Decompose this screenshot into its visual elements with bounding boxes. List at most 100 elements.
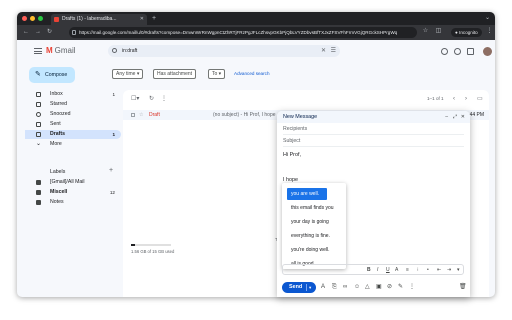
forward-icon[interactable]: → bbox=[35, 28, 41, 37]
align-icon[interactable]: ≡ bbox=[406, 266, 409, 274]
fullscreen-icon[interactable]: ⤢ bbox=[453, 111, 457, 123]
underline-icon[interactable]: U bbox=[386, 266, 390, 274]
minimize-icon[interactable]: – bbox=[445, 111, 448, 123]
indent-less-icon[interactable]: ⇤ bbox=[437, 266, 441, 274]
numbered-list-icon[interactable]: ⁝ bbox=[417, 266, 419, 274]
attach-icon[interactable]: ⎘ bbox=[332, 283, 337, 292]
sidebar-item-starred[interactable]: Starred bbox=[25, 100, 121, 109]
clear-search-icon[interactable]: ✕ bbox=[321, 45, 326, 57]
back-icon[interactable]: ← bbox=[23, 28, 29, 37]
bold-icon[interactable]: B bbox=[367, 266, 371, 274]
close-icon[interactable]: ✕ bbox=[461, 111, 465, 123]
advanced-search-link[interactable]: Advanced search bbox=[234, 70, 270, 78]
sidebar-item-label: Snoozed bbox=[50, 111, 71, 117]
label-icon bbox=[36, 180, 41, 185]
tab-close-icon[interactable]: ✕ bbox=[140, 14, 144, 25]
select-all-checkbox[interactable]: ☐▾ bbox=[131, 95, 139, 103]
gmail-logo[interactable]: M Gmail bbox=[46, 46, 76, 56]
newer-page-icon[interactable]: ‹ bbox=[453, 95, 455, 103]
extensions-icon[interactable]: ◫ bbox=[435, 28, 442, 35]
incognito-label: Incognito bbox=[459, 30, 478, 35]
more-formatting-icon[interactable]: ▾ bbox=[457, 266, 460, 274]
more-actions-icon[interactable]: ⋮ bbox=[161, 95, 167, 103]
recipients-field[interactable]: Recipients bbox=[283, 123, 464, 135]
subject-field[interactable]: Subject bbox=[283, 135, 464, 147]
labels-heading: Labels bbox=[50, 169, 66, 175]
reload-icon[interactable]: ↻ bbox=[47, 28, 52, 37]
apps-grid-icon[interactable] bbox=[467, 48, 474, 55]
search-bar[interactable]: in:draft ✕ ☰ bbox=[108, 45, 340, 57]
italic-icon[interactable]: I bbox=[377, 266, 378, 274]
older-page-icon[interactable]: › bbox=[465, 95, 467, 103]
signature-icon[interactable]: ✎ bbox=[398, 283, 403, 292]
refresh-icon[interactable]: ↻ bbox=[149, 95, 154, 103]
create-label-icon[interactable]: + bbox=[109, 167, 113, 174]
body-line[interactable]: Hi Prof, bbox=[283, 152, 301, 158]
url-text: https://mail.google.com/mail/u/0/#drafts… bbox=[79, 30, 398, 35]
help-icon[interactable] bbox=[441, 48, 448, 55]
suggestion-item[interactable]: your day is going bbox=[282, 216, 346, 228]
suggestion-item[interactable]: you are well. bbox=[287, 188, 327, 200]
formatting-options-icon[interactable]: A bbox=[321, 283, 325, 292]
sidebar-item-label: Inbox bbox=[50, 91, 63, 97]
schedule-send-icon[interactable]: ▾ bbox=[309, 282, 311, 293]
indent-more-icon[interactable]: ⇥ bbox=[447, 266, 451, 274]
main-menu-icon[interactable] bbox=[34, 48, 42, 56]
compose-header[interactable]: New Message – ⤢ ✕ bbox=[277, 111, 470, 123]
filter-has-attachment[interactable]: Has attachment bbox=[153, 69, 197, 79]
search-options-icon[interactable]: ☰ bbox=[331, 45, 336, 57]
sidebar-item-label: Starred bbox=[50, 101, 68, 107]
bookmark-star-icon[interactable]: ☆ bbox=[422, 28, 429, 35]
sidebar-item-label: More bbox=[50, 141, 62, 147]
label-item-all-mail[interactable]: [Gmail]/All Mail bbox=[25, 178, 121, 187]
sidebar-item-snoozed[interactable]: Snoozed bbox=[25, 110, 121, 119]
browser-tab[interactable]: Drafts (1) - laberradiba... ✕ bbox=[51, 14, 147, 25]
toolbar: ← → ↻ https://mail.google.com/mail/u/0/#… bbox=[17, 25, 495, 40]
more-options-icon[interactable]: ⋮ bbox=[409, 283, 415, 292]
new-tab-icon[interactable]: + bbox=[152, 14, 156, 23]
input-tools-icon[interactable]: ▭ bbox=[477, 95, 483, 103]
filter-any-time[interactable]: Any time ▾ bbox=[112, 69, 144, 79]
gmail-favicon-icon bbox=[54, 17, 59, 22]
drive-icon[interactable]: △ bbox=[365, 283, 370, 292]
avatar[interactable] bbox=[483, 47, 492, 56]
label-item-notes[interactable]: Notes bbox=[25, 198, 121, 207]
star-icon[interactable]: ☆ bbox=[139, 110, 143, 120]
sidebar-item-inbox[interactable]: Inbox 1 bbox=[25, 90, 121, 99]
photo-icon[interactable]: ▣ bbox=[376, 283, 382, 292]
suggestion-item[interactable]: you're doing well. bbox=[282, 244, 346, 256]
discard-draft-icon[interactable]: 🗑 bbox=[459, 283, 467, 292]
send-button[interactable]: Send ▾ bbox=[282, 282, 316, 293]
tab-search-icon[interactable]: ⌄ bbox=[485, 14, 490, 21]
suggestion-item[interactable]: this email finds you bbox=[282, 202, 346, 214]
search-input[interactable]: in:draft bbox=[122, 45, 137, 57]
bulleted-list-icon[interactable]: • bbox=[427, 266, 429, 274]
sidebar-item-more[interactable]: ⌄ More bbox=[25, 140, 121, 149]
confidential-icon[interactable]: ⊘ bbox=[387, 283, 392, 292]
filter-to[interactable]: To ▾ bbox=[208, 69, 226, 79]
emoji-icon[interactable]: ☺ bbox=[354, 283, 360, 292]
label-item-miscell[interactable]: Miscell 12 bbox=[25, 188, 121, 197]
inbox-icon bbox=[36, 92, 41, 97]
text-color-icon[interactable]: A bbox=[395, 266, 398, 274]
pagination-text: 1–1 of 1 bbox=[427, 96, 444, 101]
row-checkbox[interactable] bbox=[131, 113, 135, 117]
menu-icon[interactable]: ⋮ bbox=[486, 28, 493, 35]
label-name: Miscell bbox=[50, 189, 68, 195]
incognito-badge[interactable]: ● Incognito bbox=[451, 28, 482, 37]
maximize-window-button[interactable] bbox=[38, 16, 43, 21]
link-icon[interactable]: ∞ bbox=[343, 283, 347, 292]
suggestion-item[interactable]: everything is fine. bbox=[282, 230, 346, 242]
pencil-icon: ✎ bbox=[35, 71, 41, 78]
settings-gear-icon[interactable] bbox=[454, 48, 461, 55]
sidebar-item-drafts[interactable]: Drafts 1 bbox=[25, 130, 121, 139]
compose-button[interactable]: ✎ Compose bbox=[29, 67, 75, 83]
address-bar[interactable]: https://mail.google.com/mail/u/0/#drafts… bbox=[69, 27, 417, 38]
autocomplete-suggestions: you are well. this email finds you your … bbox=[282, 183, 346, 269]
sidebar-item-sent[interactable]: Sent bbox=[25, 120, 121, 129]
search-icon[interactable] bbox=[112, 48, 117, 53]
minimize-window-button[interactable] bbox=[30, 16, 35, 21]
storage-text: 1.56 GB of 15 GB used bbox=[131, 249, 175, 254]
close-window-button[interactable] bbox=[22, 16, 27, 21]
label-icon bbox=[36, 200, 41, 205]
